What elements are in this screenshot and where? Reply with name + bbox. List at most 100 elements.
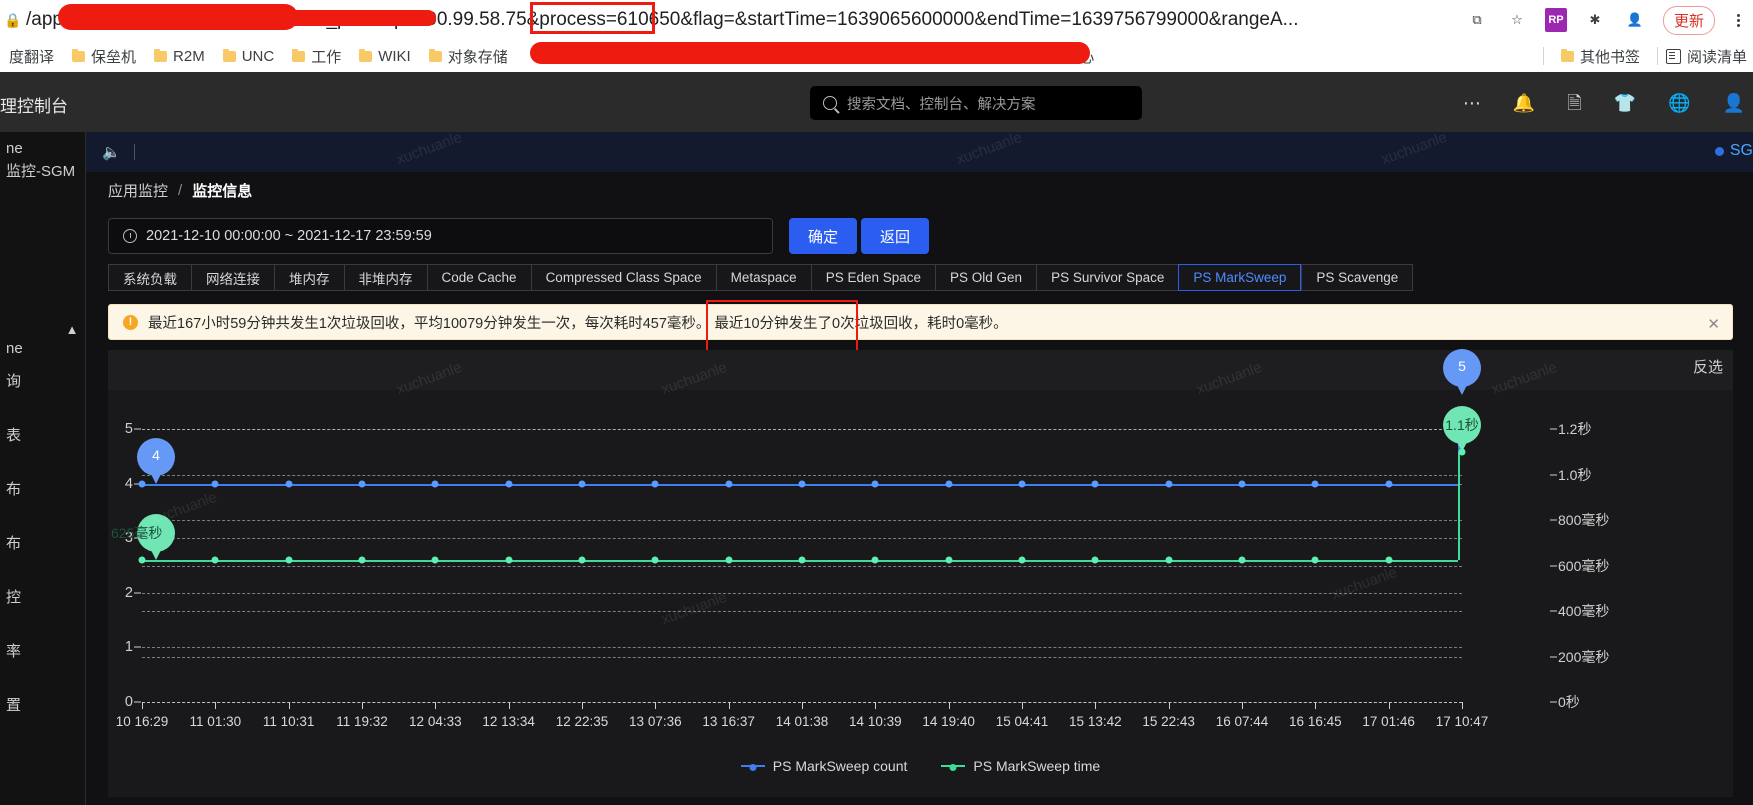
data-point[interactable]: [871, 556, 879, 564]
data-point[interactable]: [651, 556, 659, 564]
data-point[interactable]: [1311, 556, 1319, 564]
annotation-pin[interactable]: 1.1秒: [1443, 406, 1481, 452]
console-search-box[interactable]: 搜索文档、控制台、解决方案: [810, 86, 1142, 120]
bookmark-item[interactable]: 对象存储: [420, 46, 517, 67]
tab-code-cache[interactable]: Code Cache: [426, 264, 531, 291]
profile-icon[interactable]: 👤: [1623, 8, 1647, 32]
left-nav-rail: ne 监控-SGM ne 询 表 布 布 控 率 置 ▲: [0, 132, 86, 805]
update-button[interactable]: 更新: [1662, 5, 1715, 35]
data-point[interactable]: [1018, 556, 1026, 564]
breadcrumb-parent[interactable]: 应用监控: [108, 180, 168, 201]
data-point[interactable]: [1385, 480, 1393, 488]
tab-ps-survivor-space[interactable]: PS Survivor Space: [1036, 264, 1179, 291]
tab-ps-scavenge[interactable]: PS Scavenge: [1301, 264, 1414, 291]
bookmark-item[interactable]: 工作: [283, 46, 350, 67]
tab-heap[interactable]: 堆内存: [274, 264, 344, 291]
data-point[interactable]: [505, 480, 513, 488]
extension-rp-icon[interactable]: RP: [1544, 8, 1567, 32]
star-icon[interactable]: ☆: [1505, 8, 1529, 32]
data-point[interactable]: [871, 480, 879, 488]
invert-selection-button[interactable]: 反选: [1693, 356, 1723, 377]
sidebar-item-dist-1[interactable]: 布: [0, 478, 27, 499]
data-point[interactable]: [651, 480, 659, 488]
annotation-pin[interactable]: 4: [137, 437, 175, 484]
tab-compressed-class[interactable]: Compressed Class Space: [530, 264, 716, 291]
confirm-button[interactable]: 确定: [789, 218, 857, 254]
reading-list-button[interactable]: 阅读清单: [1665, 46, 1747, 67]
extensions-icon[interactable]: ✱: [1583, 8, 1607, 32]
tab-nonheap[interactable]: 非堆内存: [343, 264, 427, 291]
data-point[interactable]: [725, 556, 733, 564]
speaker-icon[interactable]: 🔈: [102, 143, 121, 161]
legend-item-time[interactable]: PS MarkSweep time: [941, 758, 1100, 774]
browser-menu-icon[interactable]: [1731, 13, 1745, 27]
data-point[interactable]: [1165, 480, 1173, 488]
data-point[interactable]: [1238, 556, 1246, 564]
data-point[interactable]: [578, 556, 586, 564]
address-bar[interactable]: /app-monitor/ins/opr-chart?app=risk_pill…: [26, 0, 1465, 40]
globe-icon[interactable]: 🌐: [1668, 94, 1690, 112]
bookmark-item[interactable]: UNC: [214, 48, 284, 65]
account-icon[interactable]: 👤: [1723, 94, 1745, 112]
bookmark-item[interactable]: 保垒机: [63, 46, 145, 67]
x-axis-label: 17 10:47: [1435, 714, 1489, 729]
sidebar-item-query[interactable]: 询: [0, 370, 27, 391]
bell-icon[interactable]: 🔔: [1513, 94, 1535, 112]
data-point[interactable]: [945, 480, 953, 488]
data-point[interactable]: [1238, 480, 1246, 488]
sidebar-item-rate[interactable]: 率: [0, 640, 27, 661]
tab-network[interactable]: 网络连接: [191, 264, 274, 291]
data-point[interactable]: [1018, 480, 1026, 488]
data-point[interactable]: [1091, 556, 1099, 564]
bookmark-item[interactable]: WIKI: [350, 48, 420, 65]
sidebar-item-control[interactable]: 控: [0, 586, 27, 607]
legend-item-count[interactable]: PS MarkSweep count: [740, 758, 907, 774]
sidebar-item-dist-2[interactable]: 布: [0, 532, 27, 553]
other-bookmarks-item[interactable]: 其他书签: [1552, 46, 1649, 67]
tab-metaspace[interactable]: Metaspace: [715, 264, 811, 291]
date-range-input[interactable]: 2021-12-10 00:00:00 ~ 2021-12-17 23:59:5…: [108, 218, 773, 254]
back-button[interactable]: 返回: [861, 218, 929, 254]
sidebar-item-table[interactable]: 表: [0, 424, 27, 445]
x-axis-tick: [1388, 702, 1390, 709]
tab-system-load[interactable]: 系统负载: [108, 264, 191, 291]
tab-ps-old-gen[interactable]: PS Old Gen: [935, 264, 1037, 291]
gift-icon[interactable]: 👕: [1614, 94, 1636, 112]
bookmark-item[interactable]: 度翻译: [0, 46, 63, 67]
sidebar-item-2[interactable]: ne: [0, 340, 29, 357]
region-badge[interactable]: SG: [1714, 142, 1753, 160]
data-point[interactable]: [1385, 556, 1393, 564]
bookmark-item[interactable]: R2M: [145, 48, 214, 65]
tab-ps-marksweep[interactable]: PS MarkSweep: [1178, 264, 1302, 291]
data-point[interactable]: [358, 480, 366, 488]
data-point[interactable]: [358, 556, 366, 564]
data-point[interactable]: [1091, 480, 1099, 488]
data-point[interactable]: [285, 556, 293, 564]
data-point[interactable]: [431, 556, 439, 564]
annotation-pin[interactable]: 625毫秒: [111, 513, 175, 560]
annotation-pin[interactable]: 5: [1443, 349, 1481, 396]
data-point[interactable]: [1165, 556, 1173, 564]
data-point[interactable]: [798, 556, 806, 564]
close-icon[interactable]: ✕: [1707, 315, 1720, 333]
share-icon[interactable]: ⧉: [1465, 8, 1489, 32]
data-point[interactable]: [211, 556, 219, 564]
data-point[interactable]: [945, 556, 953, 564]
y-axis-right-label: 800毫秒: [1558, 512, 1610, 529]
feedback-icon[interactable]: 🗎: [1567, 94, 1581, 112]
data-point[interactable]: [798, 480, 806, 488]
data-point[interactable]: [431, 480, 439, 488]
chevron-up-icon[interactable]: ▲: [58, 315, 86, 343]
data-point[interactable]: [505, 556, 513, 564]
data-point[interactable]: [578, 480, 586, 488]
data-point[interactable]: [1311, 480, 1319, 488]
data-point[interactable]: [725, 480, 733, 488]
data-point[interactable]: [211, 480, 219, 488]
sidebar-item-0[interactable]: ne: [0, 140, 29, 157]
omnibox-row: 🔒 /app-monitor/ins/opr-chart?app=risk_pi…: [0, 0, 1753, 40]
tab-ps-eden-space[interactable]: PS Eden Space: [810, 264, 936, 291]
sidebar-item-monitor-sgm[interactable]: 监控-SGM: [0, 160, 81, 181]
data-point[interactable]: [285, 480, 293, 488]
more-icon[interactable]: ⋯: [1463, 94, 1481, 112]
sidebar-item-settings[interactable]: 置: [0, 694, 27, 715]
